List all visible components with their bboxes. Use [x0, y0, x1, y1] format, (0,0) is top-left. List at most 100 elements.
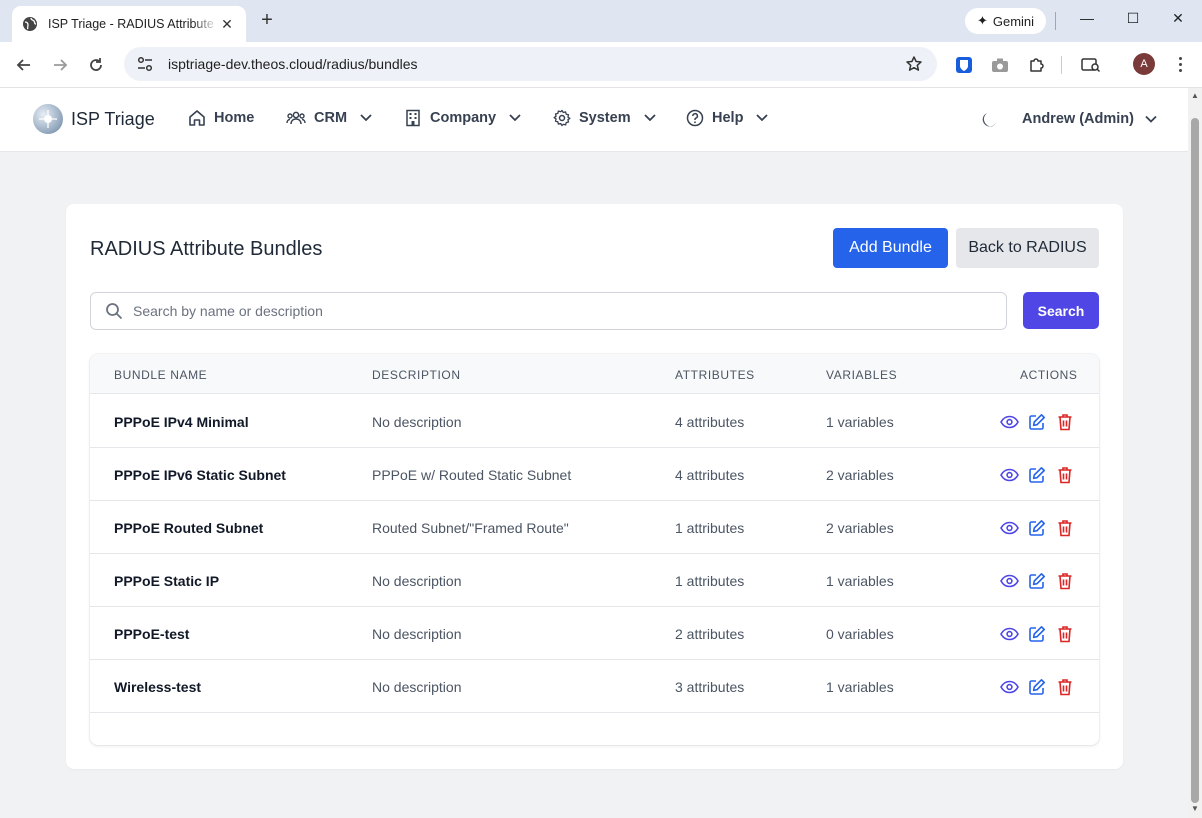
- view-eye-icon[interactable]: [999, 465, 1019, 485]
- header-variables[interactable]: VARIABLES: [826, 368, 897, 382]
- tab-search-icon[interactable]: [1080, 54, 1102, 76]
- search-button[interactable]: Search: [1023, 292, 1099, 329]
- scrollbar-thumb[interactable]: [1191, 118, 1199, 803]
- edit-pencil-icon[interactable]: [1027, 412, 1047, 432]
- nav-company[interactable]: Company: [404, 109, 526, 127]
- maximize-icon[interactable]: ☐: [1121, 10, 1145, 32]
- bundle-name[interactable]: PPPoE IPv6 Static Subnet: [114, 467, 286, 483]
- row-actions: [999, 412, 1075, 432]
- delete-trash-icon[interactable]: [1055, 412, 1075, 432]
- page-title: RADIUS Attribute Bundles: [90, 238, 323, 260]
- delete-trash-icon[interactable]: [1055, 518, 1075, 538]
- new-tab-icon[interactable]: +: [256, 10, 278, 32]
- address-bar[interactable]: isptriage-dev.theos.cloud/radius/bundles: [124, 47, 937, 81]
- delete-trash-icon[interactable]: [1055, 465, 1075, 485]
- nav-home[interactable]: Home: [188, 109, 254, 127]
- chevron-down-icon: [643, 114, 656, 122]
- search-field[interactable]: [90, 292, 1007, 330]
- bundle-description: PPPoE w/ Routed Static Subnet: [372, 467, 572, 483]
- bookmark-star-icon[interactable]: [905, 55, 923, 76]
- bundle-name[interactable]: PPPoE IPv4 Minimal: [114, 414, 249, 430]
- moon-icon[interactable]: [979, 110, 999, 130]
- home-icon: [189, 110, 205, 126]
- scroll-up-icon[interactable]: ▲: [1191, 91, 1199, 100]
- chevron-down-icon: [509, 114, 521, 122]
- nav-system-label: System: [579, 110, 631, 126]
- view-eye-icon[interactable]: [999, 677, 1019, 697]
- view-eye-icon[interactable]: [999, 624, 1019, 644]
- app-navbar: ISP Triage Home CRM Company System Help: [0, 88, 1188, 152]
- add-bundle-button[interactable]: Add Bundle: [833, 228, 948, 268]
- brand[interactable]: ISP Triage: [33, 104, 155, 134]
- table-row[interactable]: PPPoE-test No description 2 attributes 0 va…: [90, 607, 1099, 660]
- back-to-radius-button[interactable]: Back to RADIUS: [956, 228, 1099, 268]
- header-description[interactable]: DESCRIPTION: [372, 368, 461, 382]
- bundle-attributes: 1 attributes: [675, 573, 745, 589]
- nav-crm[interactable]: CRM: [286, 109, 377, 127]
- browser-tabstrip: ISP Triage - RADIUS Attribute Bundles ✕ …: [0, 0, 1202, 42]
- table-row[interactable]: PPPoE Routed Subnet Routed Subnet/"Framed…: [90, 501, 1099, 554]
- bundle-name[interactable]: PPPoE Routed Subnet: [114, 520, 263, 536]
- header-bundle-name[interactable]: BUNDLE NAME: [114, 368, 207, 382]
- back-arrow-icon[interactable]: [13, 54, 35, 76]
- edit-pencil-icon[interactable]: [1027, 624, 1047, 644]
- bundle-description: Routed Subnet/"Framed Route": [372, 520, 569, 536]
- bundle-description: No description: [372, 573, 462, 589]
- edit-pencil-icon[interactable]: [1027, 465, 1047, 485]
- delete-trash-icon[interactable]: [1055, 571, 1075, 591]
- view-eye-icon[interactable]: [999, 571, 1019, 591]
- profile-avatar[interactable]: A: [1133, 53, 1155, 75]
- bundle-variables: 1 variables: [826, 573, 894, 589]
- camera-extension-icon[interactable]: [989, 54, 1011, 76]
- minimize-icon[interactable]: —: [1075, 10, 1099, 32]
- nav-home-label: Home: [214, 110, 255, 126]
- view-eye-icon[interactable]: [999, 518, 1019, 538]
- nav-company-label: Company: [430, 110, 497, 126]
- table-row[interactable]: PPPoE Static IP No description 1 attribute…: [90, 554, 1099, 607]
- bundle-variables: 2 variables: [826, 520, 894, 536]
- page-viewport: ISP Triage Home CRM Company System Help: [0, 88, 1188, 818]
- gemini-label: Gemini: [992, 13, 1035, 29]
- bundle-name[interactable]: Wireless-test: [114, 679, 201, 695]
- bitwarden-extension-icon[interactable]: [953, 54, 975, 76]
- forward-arrow-icon[interactable]: [49, 54, 71, 76]
- tab-close-icon[interactable]: ✕: [218, 16, 236, 33]
- browser-menu-icon[interactable]: [1171, 52, 1189, 76]
- header-attributes[interactable]: ATTRIBUTES: [675, 368, 755, 382]
- bundle-attributes: 4 attributes: [675, 414, 745, 430]
- edit-pencil-icon[interactable]: [1027, 677, 1047, 697]
- edit-pencil-icon[interactable]: [1027, 518, 1047, 538]
- table-row[interactable]: PPPoE IPv4 Minimal No description 4 attrib…: [90, 395, 1099, 448]
- table-row[interactable]: Wireless-test No description 3 attributes 1…: [90, 660, 1099, 713]
- table-row[interactable]: PPPoE IPv6 Static Subnet PPPoE w/ Routed …: [90, 448, 1099, 501]
- chevron-down-icon: [360, 114, 372, 122]
- delete-trash-icon[interactable]: [1055, 677, 1075, 697]
- scroll-down-icon[interactable]: ▼: [1191, 804, 1199, 813]
- view-eye-icon[interactable]: [999, 412, 1019, 432]
- extensions-puzzle-icon[interactable]: [1026, 54, 1048, 76]
- users-icon: [286, 111, 306, 125]
- bundle-attributes: 1 attributes: [675, 520, 745, 536]
- browser-toolbar: isptriage-dev.theos.cloud/radius/bundles…: [0, 42, 1202, 88]
- reload-icon[interactable]: [85, 54, 107, 76]
- gemini-button[interactable]: ✦ Gemini: [965, 8, 1046, 34]
- bundle-attributes: 4 attributes: [675, 467, 745, 483]
- page-scrollbar[interactable]: ▲ ▼: [1188, 88, 1202, 818]
- user-menu[interactable]: Andrew (Admin): [1022, 111, 1158, 127]
- tab-title: ISP Triage - RADIUS Attribute Bundles: [48, 17, 218, 31]
- site-settings-icon[interactable]: [136, 56, 154, 72]
- edit-pencil-icon[interactable]: [1027, 571, 1047, 591]
- bundles-table: BUNDLE NAME DESCRIPTION ATTRIBUTES VARIA…: [90, 354, 1099, 745]
- bundles-card: RADIUS Attribute Bundles Add Bundle Back…: [66, 204, 1123, 769]
- delete-trash-icon[interactable]: [1055, 624, 1075, 644]
- bundle-name[interactable]: PPPoE Static IP: [114, 573, 219, 589]
- nav-help-label: Help: [712, 110, 744, 126]
- browser-tab[interactable]: ISP Triage - RADIUS Attribute Bundles ✕: [12, 6, 246, 42]
- nav-system[interactable]: System: [553, 109, 661, 127]
- header-actions: ACTIONS: [1020, 368, 1078, 382]
- help-circle-icon: [686, 109, 704, 127]
- search-input[interactable]: [133, 303, 1006, 319]
- bundle-name[interactable]: PPPoE-test: [114, 626, 189, 642]
- window-close-icon[interactable]: ✕: [1166, 10, 1190, 32]
- nav-help[interactable]: Help: [686, 109, 773, 127]
